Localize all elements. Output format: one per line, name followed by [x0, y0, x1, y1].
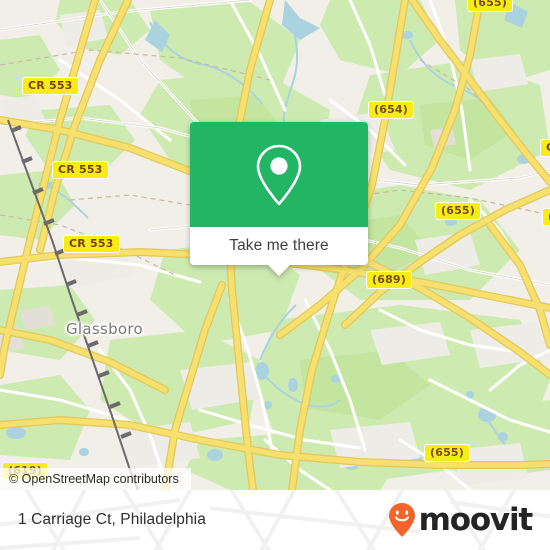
map-pin-icon: [256, 144, 302, 205]
route-shield-654[interactable]: (654): [368, 101, 415, 119]
location-popup[interactable]: Take me there: [190, 122, 368, 276]
map-canvas[interactable]: Glassboro CR 553 CR 553 CR 553 (655) (65…: [0, 0, 550, 490]
city-label-glassboro: Glassboro: [66, 320, 144, 338]
route-shield-edge-c[interactable]: C: [540, 139, 550, 157]
moovit-wordmark: moovit: [418, 501, 534, 538]
popup-action-bar[interactable]: Take me there: [190, 227, 368, 276]
route-shield-655-bottom[interactable]: (655): [424, 444, 471, 462]
moovit-smiley-pin-icon: [388, 503, 415, 537]
map-attribution[interactable]: © OpenStreetMap contributors: [0, 468, 191, 490]
route-shield-689[interactable]: (689): [366, 271, 413, 289]
footer-content: 1 Carriage Ct, Philadelphia moovit: [0, 490, 550, 550]
footer-bar: 1 Carriage Ct, Philadelphia moovit: [0, 490, 550, 550]
route-shield-655-top[interactable]: (655): [467, 0, 514, 12]
route-shield-cr553-north[interactable]: CR 553: [22, 77, 79, 95]
popup-green-panel: [190, 122, 368, 227]
route-shield-cr553-mid[interactable]: CR 553: [52, 161, 109, 179]
moovit-map-screenshot: Glassboro CR 553 CR 553 CR 553 (655) (65…: [0, 0, 550, 550]
address-label: 1 Carriage Ct, Philadelphia: [18, 511, 206, 528]
attribution-text: © OpenStreetMap contributors: [9, 472, 179, 486]
route-shield-cr553-south[interactable]: CR 553: [63, 235, 120, 253]
popup-tail: [268, 265, 290, 276]
route-shield-edge-paren[interactable]: (: [542, 208, 550, 226]
moovit-logo[interactable]: moovit: [387, 501, 534, 538]
take-me-there-label: Take me there: [229, 237, 329, 254]
route-shield-655-mid[interactable]: (655): [435, 202, 482, 220]
